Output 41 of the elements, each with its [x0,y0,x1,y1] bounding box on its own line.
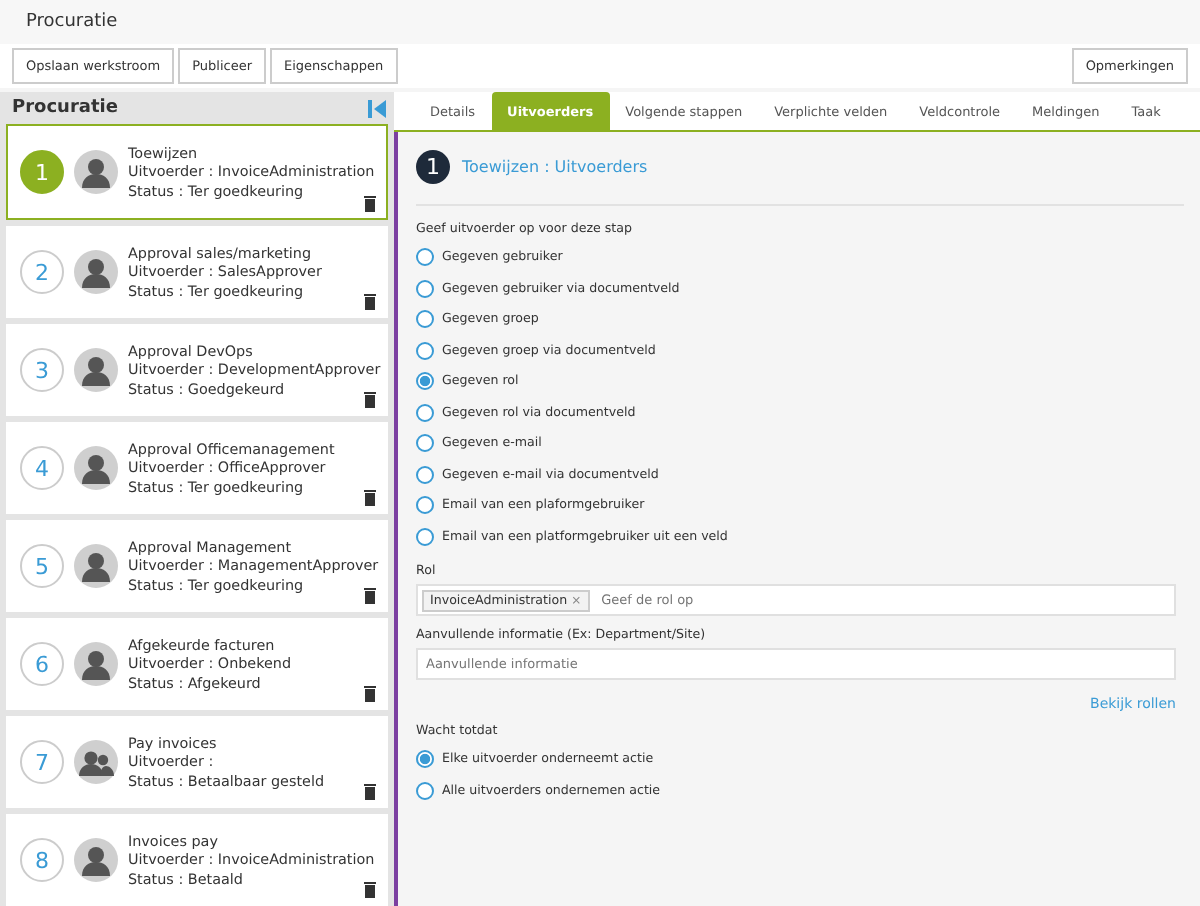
user-avatar-icon [74,544,118,588]
trash-icon[interactable] [364,588,376,604]
user-avatar-icon [74,150,118,194]
step-number: 4 [20,446,64,490]
radio-button[interactable] [416,527,434,546]
collapse-icon[interactable] [368,99,386,117]
radio-button[interactable] [416,279,434,298]
step-number: 6 [20,642,64,686]
user-avatar-icon [74,348,118,392]
radio-button[interactable] [416,310,434,329]
trash-icon[interactable] [364,294,376,310]
trash-icon[interactable] [364,490,376,506]
step-number: 2 [20,250,64,294]
radio-button[interactable] [416,496,434,515]
radio-button[interactable] [416,434,434,453]
trash-icon[interactable] [364,882,376,898]
step-number-badge: 1 [416,149,450,183]
user-avatar-icon [74,250,118,294]
trash-icon[interactable] [364,392,376,408]
radio-button[interactable] [416,465,434,484]
trash-icon[interactable] [364,784,376,800]
user-avatar-icon [74,446,118,490]
step-number: 5 [20,544,64,588]
step-number: 1 [20,150,64,194]
trash-icon[interactable] [364,686,376,702]
radio-button[interactable] [416,750,434,769]
radio-button[interactable] [416,372,434,391]
window-title: Procuratie [26,12,118,32]
panel-heading: Toewijzen : Uitvoerders [462,157,648,175]
radio-button[interactable] [416,248,434,267]
step-number: 7 [20,740,64,784]
sidebar-title: Procuratie [12,98,118,118]
user-avatar-icon [74,838,118,882]
radio-button[interactable] [416,341,434,360]
group-avatar-icon [74,740,118,784]
step-number: 3 [20,348,64,392]
step-number: 8 [20,838,64,882]
radio-button[interactable] [416,781,434,800]
radio-button[interactable] [416,403,434,422]
user-avatar-icon [74,642,118,686]
trash-icon[interactable] [364,196,376,212]
